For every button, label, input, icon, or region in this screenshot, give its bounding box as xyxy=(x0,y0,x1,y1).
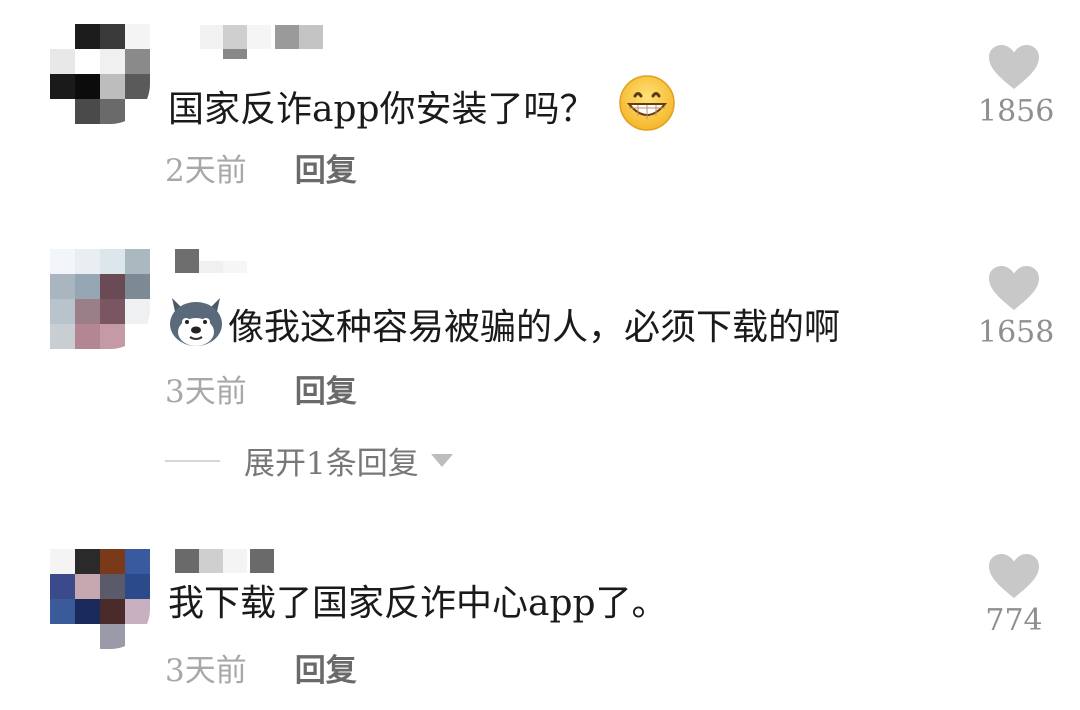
like-count: 1658 xyxy=(978,315,1055,350)
like-button[interactable]: 774 xyxy=(978,553,1050,637)
like-count: 774 xyxy=(985,603,1043,638)
like-button[interactable]: 1658 xyxy=(978,265,1055,350)
comment-meta: 3天前 回复 xyxy=(165,366,357,411)
heart-icon xyxy=(989,554,1039,598)
timestamp: 2天前 xyxy=(165,153,247,189)
grinning-face-icon xyxy=(618,74,676,145)
heart-icon xyxy=(989,45,1039,89)
avatar[interactable] xyxy=(50,249,150,349)
comment-text: 国家反诈app你安装了吗？ xyxy=(168,74,676,145)
expand-label: 展开1条回复 xyxy=(244,446,419,482)
timestamp: 3天前 xyxy=(165,374,247,410)
comment-meta: 2天前 回复 xyxy=(165,145,357,190)
timestamp: 3天前 xyxy=(165,653,247,689)
comment-text-content: 像我这种容易被骗的人，必须下载的啊 xyxy=(228,306,841,348)
reply-button[interactable]: 回复 xyxy=(295,645,357,690)
comment-meta: 3天前 回复 xyxy=(165,645,357,690)
triangle-down-icon xyxy=(430,454,453,467)
divider xyxy=(165,459,220,462)
expand-replies-button[interactable]: 展开1条回复 xyxy=(165,438,453,483)
comment-text-content: 我下载了国家反诈中心app了。 xyxy=(168,583,668,624)
heart-icon xyxy=(989,266,1039,310)
avatar[interactable] xyxy=(50,24,150,124)
comment-text-content: 国家反诈app你安装了吗？ xyxy=(168,88,596,130)
comment-text: 像我这种容易被骗的人，必须下载的啊 xyxy=(168,294,840,361)
doge-icon xyxy=(168,294,224,361)
reply-button[interactable]: 回复 xyxy=(295,145,357,190)
reply-button[interactable]: 回复 xyxy=(295,366,357,411)
like-count: 1856 xyxy=(978,94,1055,129)
comment-text: 我下载了国家反诈中心app了。 xyxy=(168,580,668,628)
like-button[interactable]: 1856 xyxy=(978,44,1055,129)
avatar[interactable] xyxy=(50,549,150,649)
